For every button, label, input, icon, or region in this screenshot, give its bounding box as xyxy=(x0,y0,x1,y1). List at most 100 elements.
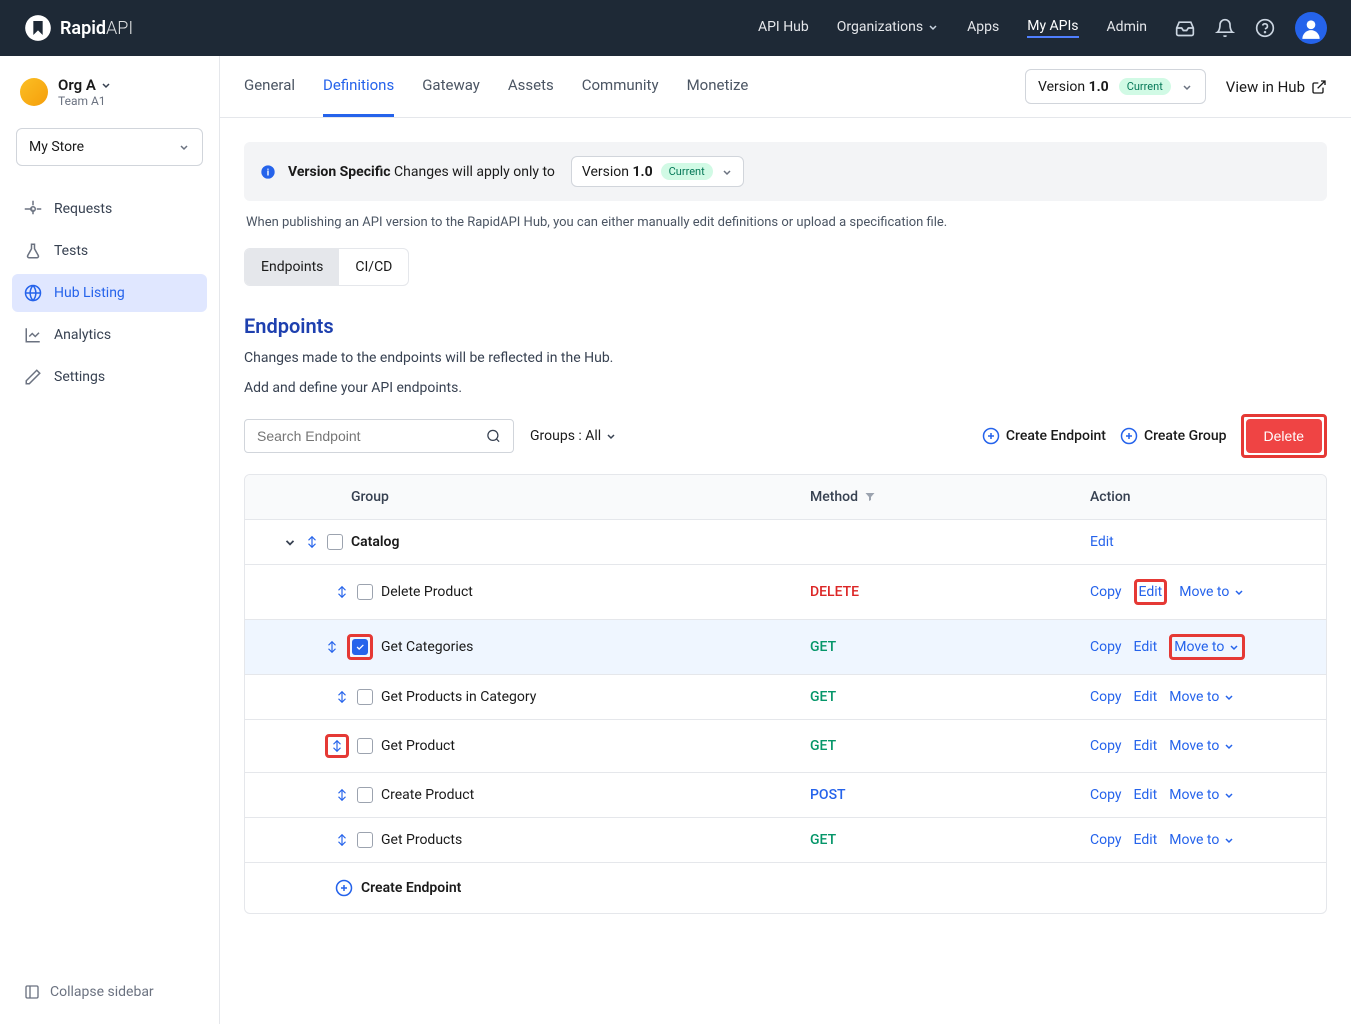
sidebar-item-requests[interactable]: Requests xyxy=(12,190,207,228)
drag-handle-icon[interactable] xyxy=(330,739,344,753)
nav-organizations[interactable]: Organizations xyxy=(837,19,939,37)
chart-icon xyxy=(24,326,42,344)
tab-monetize[interactable]: Monetize xyxy=(687,56,749,117)
tab-assets[interactable]: Assets xyxy=(508,56,554,117)
move-to-link[interactable]: Move to xyxy=(1169,689,1235,705)
publish-description: When publishing an API version to the Ra… xyxy=(244,215,1327,248)
move-to-link[interactable]: Move to xyxy=(1169,787,1235,803)
drag-handle-icon[interactable] xyxy=(305,535,319,549)
tab-general[interactable]: General xyxy=(244,56,295,117)
copy-link[interactable]: Copy xyxy=(1090,787,1122,803)
create-group-label: Create Group xyxy=(1144,428,1227,444)
org-name: Org A xyxy=(58,76,112,94)
drag-handle-icon[interactable] xyxy=(335,585,349,599)
tab-gateway[interactable]: Gateway xyxy=(422,56,480,117)
team-name: Team A1 xyxy=(58,94,112,108)
help-icon[interactable] xyxy=(1255,18,1275,38)
banner-version-label: Version 1.0 xyxy=(582,164,653,180)
move-to-link[interactable]: Move to xyxy=(1169,832,1235,848)
group-name: Catalog xyxy=(351,534,810,550)
view-in-hub-link[interactable]: View in Hub xyxy=(1226,78,1327,96)
sub-tab-cicd[interactable]: CI/CD xyxy=(339,249,408,285)
sidebar-item-analytics[interactable]: Analytics xyxy=(12,316,207,354)
endpoint-row: Get ProductGETCopyEditMove to xyxy=(245,719,1326,772)
sidebar-item-label: Tests xyxy=(54,243,88,259)
endpoint-row: Get ProductsGETCopyEditMove to xyxy=(245,817,1326,862)
drag-handle-icon[interactable] xyxy=(335,690,349,704)
move-to-link[interactable]: Move to xyxy=(1174,639,1240,655)
drag-handle-icon[interactable] xyxy=(325,640,339,654)
row-checkbox[interactable] xyxy=(357,832,373,848)
info-icon: i xyxy=(260,164,276,180)
search-endpoint-box[interactable] xyxy=(244,419,514,453)
edit-link[interactable]: Edit xyxy=(1134,832,1158,848)
main-tabs: General Definitions Gateway Assets Commu… xyxy=(220,56,1351,118)
delete-button[interactable]: Delete xyxy=(1246,419,1322,453)
edit-link[interactable]: Edit xyxy=(1134,639,1158,655)
endpoint-method: POST xyxy=(810,787,1090,803)
endpoint-name: Get Products in Category xyxy=(381,689,810,705)
create-endpoint-label: Create Endpoint xyxy=(1006,428,1106,444)
row-checkbox[interactable] xyxy=(352,639,368,655)
sidebar-item-hub-listing[interactable]: Hub Listing xyxy=(12,274,207,312)
group-checkbox[interactable] xyxy=(327,534,343,550)
create-endpoint-inline[interactable]: Create Endpoint xyxy=(245,862,1326,913)
current-badge: Current xyxy=(1119,78,1171,95)
nav-my-apis[interactable]: My APIs xyxy=(1027,18,1078,38)
view-hub-label: View in Hub xyxy=(1226,78,1305,96)
edit-link[interactable]: Edit xyxy=(1134,689,1158,705)
endpoint-name: Get Categories xyxy=(381,639,810,655)
drag-handle-icon[interactable] xyxy=(335,788,349,802)
user-avatar[interactable] xyxy=(1295,12,1327,44)
row-checkbox[interactable] xyxy=(357,787,373,803)
copy-link[interactable]: Copy xyxy=(1090,584,1122,600)
sidebar-org-header[interactable]: Org A Team A1 xyxy=(12,76,207,120)
endpoint-row: Delete ProductDELETECopyEditMove to xyxy=(245,564,1326,619)
brand-logo[interactable]: RapidAPI xyxy=(24,14,133,42)
bell-icon[interactable] xyxy=(1215,18,1235,38)
inbox-icon[interactable] xyxy=(1175,18,1195,38)
group-edit-link[interactable]: Edit xyxy=(1090,534,1114,550)
row-checkbox[interactable] xyxy=(357,738,373,754)
row-checkbox[interactable] xyxy=(357,584,373,600)
th-method[interactable]: Method xyxy=(810,489,1090,505)
copy-link[interactable]: Copy xyxy=(1090,689,1122,705)
svg-text:i: i xyxy=(267,167,269,178)
create-group-button[interactable]: Create Group xyxy=(1120,427,1227,445)
section-title: Endpoints xyxy=(244,314,1327,338)
edit-link[interactable]: Edit xyxy=(1134,738,1158,754)
row-checkbox[interactable] xyxy=(357,689,373,705)
groups-filter[interactable]: Groups : All xyxy=(530,428,617,444)
nav-apps[interactable]: Apps xyxy=(967,19,999,37)
nav-api-hub[interactable]: API Hub xyxy=(758,19,809,37)
edit-link[interactable]: Edit xyxy=(1134,787,1158,803)
create-endpoint-button[interactable]: Create Endpoint xyxy=(982,427,1106,445)
move-to-link[interactable]: Move to xyxy=(1169,738,1235,754)
nav-admin[interactable]: Admin xyxy=(1107,19,1147,37)
store-select[interactable]: My Store xyxy=(16,128,203,166)
globe-icon xyxy=(24,284,42,302)
banner-version-select[interactable]: Version 1.0 Current xyxy=(571,156,744,187)
endpoint-method: GET xyxy=(810,689,1090,705)
tab-community[interactable]: Community xyxy=(582,56,659,117)
header-right xyxy=(1175,12,1327,44)
version-select[interactable]: Version 1.0 Current xyxy=(1025,69,1206,104)
copy-link[interactable]: Copy xyxy=(1090,738,1122,754)
chevron-down-icon xyxy=(100,79,112,91)
search-endpoint-input[interactable] xyxy=(257,428,486,444)
sidebar-item-settings[interactable]: Settings xyxy=(12,358,207,396)
sidebar-item-tests[interactable]: Tests xyxy=(12,232,207,270)
copy-link[interactable]: Copy xyxy=(1090,832,1122,848)
sub-tab-endpoints[interactable]: Endpoints xyxy=(245,249,339,285)
main-content: General Definitions Gateway Assets Commu… xyxy=(220,56,1351,1024)
org-badge-icon xyxy=(20,78,48,106)
move-to-link[interactable]: Move to xyxy=(1179,584,1245,600)
chevron-down-icon[interactable] xyxy=(283,535,297,549)
copy-link[interactable]: Copy xyxy=(1090,639,1122,655)
tab-definitions[interactable]: Definitions xyxy=(323,56,394,117)
endpoint-row: Get CategoriesGETCopyEditMove to xyxy=(245,619,1326,674)
drag-handle-icon[interactable] xyxy=(335,833,349,847)
plus-circle-icon xyxy=(335,879,353,897)
collapse-sidebar-button[interactable]: Collapse sidebar xyxy=(12,972,207,1012)
edit-link[interactable]: Edit xyxy=(1139,584,1163,600)
